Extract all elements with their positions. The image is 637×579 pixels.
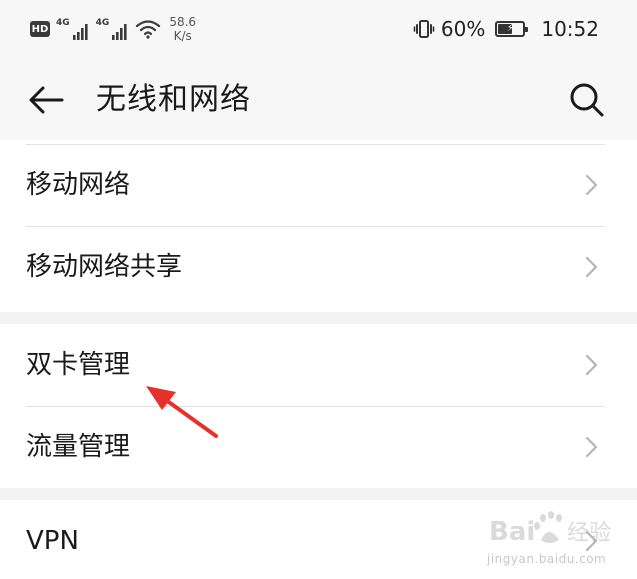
list-item-vpn[interactable]: VPN [0, 500, 637, 579]
status-right: 60% ⚡ 10:52 [413, 12, 599, 46]
search-button[interactable] [565, 78, 609, 122]
list-item-label: 移动网络共享 [26, 252, 183, 282]
chevron-right-icon [585, 174, 598, 196]
back-arrow-icon [29, 86, 64, 114]
list-item-dual-sim[interactable]: 双卡管理 [0, 324, 637, 406]
hd-voice-icon: HD [30, 21, 50, 37]
sim2-network-type: 4G [95, 18, 110, 28]
settings-group-vpn: VPN [0, 500, 637, 579]
battery-icon: ⚡ [495, 21, 529, 37]
signal-bars-icon [112, 24, 127, 40]
network-speed-unit: K/s [173, 29, 192, 43]
list-item-label: 流量管理 [26, 432, 131, 462]
sim1-network-type: 4G [56, 18, 70, 28]
settings-group-sim: 双卡管理 流量管理 [0, 324, 637, 488]
chevron-right-icon [585, 530, 598, 552]
network-speed-value: 58.6 [169, 15, 197, 29]
settings-screen: HD 4G 4G 58.6 K/s 60% ⚡ 10:52 无线和网络 移动网络… [0, 0, 637, 579]
app-bar: 无线和网络 [0, 58, 637, 140]
vibrate-icon [413, 20, 435, 38]
charging-icon: ⚡ [506, 23, 514, 34]
chevron-right-icon [585, 256, 598, 278]
sim2-signal: 4G [96, 18, 130, 40]
battery-percent: 60% [440, 17, 486, 41]
search-icon [570, 83, 604, 117]
list-item-tethering[interactable]: 移动网络共享 [0, 226, 637, 308]
list-item-label: VPN [26, 526, 79, 556]
list-item-data-usage[interactable]: 流量管理 [0, 406, 637, 488]
back-button[interactable] [24, 78, 68, 122]
network-speed: 58.6 K/s [169, 15, 196, 43]
signal-bars-icon [72, 24, 88, 40]
sim1-signal: 4G [56, 18, 90, 40]
status-left: HD 4G 4G 58.6 K/s [30, 12, 196, 46]
settings-group-network: 移动网络 移动网络共享 [0, 140, 637, 312]
list-item-mobile-network[interactable]: 移动网络 [0, 144, 637, 226]
list-item-label: 双卡管理 [26, 350, 131, 380]
chevron-right-icon [585, 436, 598, 458]
list-item-label: 移动网络 [26, 170, 131, 200]
status-bar: HD 4G 4G 58.6 K/s 60% ⚡ 10:52 [0, 0, 637, 58]
clock: 10:52 [541, 17, 599, 41]
wifi-icon [136, 20, 161, 39]
page-title: 无线和网络 [96, 82, 251, 117]
chevron-right-icon [585, 354, 598, 376]
